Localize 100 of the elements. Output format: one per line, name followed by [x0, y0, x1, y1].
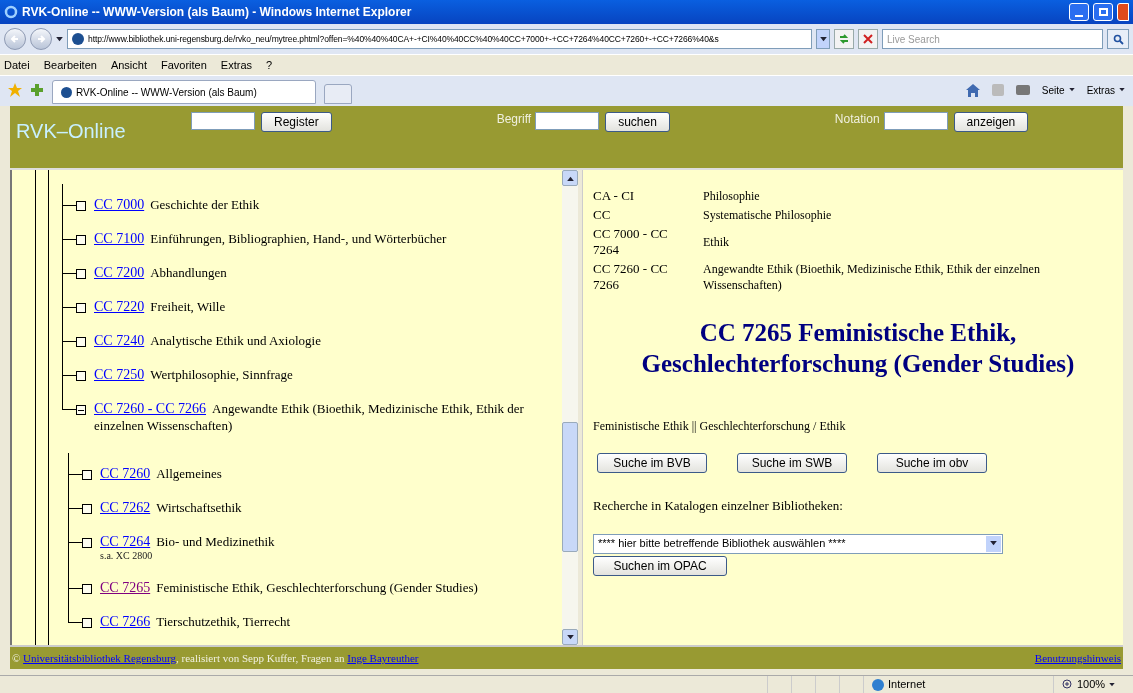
tree-node-icon[interactable] — [76, 303, 86, 313]
notation-field[interactable] — [883, 112, 948, 130]
begriff-label: Begriff — [496, 111, 532, 128]
tree-entry: CC 7220 Freiheit, Wille — [94, 298, 226, 315]
site-logo: RVK–Online — [16, 119, 127, 144]
notation-link[interactable]: CC 7260 — [100, 466, 151, 481]
tree-node-icon[interactable] — [76, 337, 86, 347]
dropdown-button[interactable] — [816, 29, 830, 49]
site-icon — [61, 86, 72, 98]
back-arrow-icon — [10, 34, 20, 44]
notation-link[interactable]: CC 7000 — [94, 197, 145, 212]
menu-item[interactable]: Bearbeiten — [43, 56, 97, 74]
caret-icon — [1109, 682, 1116, 687]
caret-icon — [1119, 88, 1125, 92]
notation-link[interactable]: CC 7266 — [100, 614, 151, 629]
catalog-search-button[interactable]: Suche im SWB — [737, 453, 847, 473]
cross-reference: s.a. XC 2800 — [100, 550, 154, 562]
catalog-label: Recherche in Katalogen einzelner Bibliotheken: — [593, 497, 844, 515]
maximize-button[interactable] — [1093, 3, 1113, 21]
footer-text: © Universitätsbibliothek Regensburg, realisiert von Sepp Kuffer, Fragen an Inge Bayreuther — [12, 650, 419, 666]
stop-button[interactable] — [858, 29, 878, 49]
notation-link[interactable]: CC 7220 — [94, 299, 145, 314]
register-button[interactable]: Register — [261, 112, 332, 132]
tree-entry: CC 7100 Einführungen, Bibliographien, Hand-, und Wörterbücher — [94, 230, 447, 247]
tree-entry: CC 7240 Analytische Ethik und Axiologie — [94, 332, 321, 349]
tree-node-icon[interactable] — [82, 618, 92, 628]
refresh-icon — [838, 33, 850, 45]
zoom-level[interactable]: 100% — [1077, 676, 1106, 693]
menu-item[interactable]: Extras — [220, 56, 253, 74]
minimize-button[interactable] — [1069, 3, 1089, 21]
scroll-up-button[interactable] — [562, 170, 578, 186]
notation-link[interactable]: CC 7200 — [94, 265, 145, 280]
keywords: Feministische Ethik || Geschlechterforschung / Ethik — [593, 418, 847, 435]
notation-link[interactable]: CC 7265 — [100, 580, 151, 595]
add-favorite-icon[interactable] — [30, 83, 44, 97]
page-menu[interactable]: Seite — [1041, 82, 1075, 98]
notation-link[interactable]: CC 7250 — [94, 367, 145, 382]
class-heading: CC 7265 Feministische Ethik, Geschlechterforschung (Gender Studies) — [640, 318, 1076, 379]
star-icon[interactable] — [8, 83, 22, 97]
menu-item[interactable]: Ansicht — [110, 56, 147, 74]
tree-node-icon[interactable] — [76, 201, 86, 211]
catalog-search-button[interactable]: Suche im BVB — [597, 453, 707, 473]
tools-menu[interactable]: Extras — [1086, 82, 1125, 98]
collapse-icon[interactable] — [76, 405, 86, 415]
begriff-field[interactable] — [535, 112, 600, 130]
library-select[interactable]: **** hier bitte betreffende Bibliothek auswählen **** — [593, 533, 1003, 554]
search-button[interactable] — [1107, 29, 1129, 49]
browser-icon — [4, 5, 18, 19]
menu-item[interactable]: ? — [266, 56, 273, 74]
browser-tab[interactable]: RVK-Online -- WWW-Version (als Baum) — [52, 80, 316, 104]
class-cell-text: Angewandte Ethik (Bioethik, Medizinische Ethik, Ethik der einzelnen Wissenschaften) — [703, 261, 1041, 293]
back-button[interactable] — [4, 28, 26, 50]
notation-link[interactable]: CC 7262 — [100, 500, 151, 515]
opac-search-button[interactable]: Suchen im OPAC — [593, 555, 727, 576]
caret-icon — [819, 36, 827, 42]
select-value: **** hier bitte betreffende Bibliothek auswählen **** — [598, 536, 846, 552]
tree-entry: CC 7260 - CC 7266 Angewandte Ethik (Bioethik, Medizinische Ethik, Ethik der einzelnen Wissenschaften) — [94, 400, 525, 434]
menu-item[interactable]: Datei — [4, 56, 30, 74]
close-button[interactable] — [1117, 3, 1129, 21]
notation-link[interactable]: CC 7260 - CC 7266 — [94, 401, 206, 416]
scroll-thumb[interactable] — [562, 422, 578, 552]
history-button[interactable] — [56, 36, 63, 42]
site-icon — [72, 33, 84, 45]
tree-entry: CC 7265 Feministische Ethik, Geschlechterforschung (Gender Studies) — [100, 579, 478, 596]
notation-label: Notation — [834, 111, 880, 128]
tree-entry: CC 7266 Tierschutzethik, Tierrecht — [100, 613, 291, 630]
tree-node-icon[interactable] — [76, 269, 86, 279]
address-field[interactable]: http://www.bibliothek.uni-regensburg.de/rvko_neu/mytree.phtml?offen=%40%40%40CA+-+CI%40%40CC%40%40CC+7000+-+CC+7264%40CC+7260+-+CC+7266%40&s — [67, 29, 812, 49]
home-icon[interactable] — [965, 83, 980, 97]
notation-cell-text: CA - CI — [593, 188, 636, 204]
caret-icon — [1068, 88, 1075, 92]
tree-node-icon[interactable] — [76, 371, 86, 381]
scrollbar[interactable] — [562, 170, 578, 645]
catalog-search-button[interactable]: Suche im obv — [877, 453, 987, 473]
notation-link[interactable]: CC 7264 — [100, 534, 151, 549]
search-icon — [1112, 33, 1124, 45]
anzeigen-button[interactable]: anzeigen — [953, 112, 1029, 132]
register-field[interactable] — [191, 112, 255, 130]
tree-entry: CC 7262 Wirtschaftsethik — [100, 499, 242, 516]
suchen-button[interactable]: suchen — [605, 112, 670, 132]
dropdown-button[interactable] — [986, 535, 1001, 552]
notation-cell-text: CC 7000 - CC 7264 — [593, 226, 669, 258]
tree-node-icon[interactable] — [82, 538, 92, 548]
tree-node-icon[interactable] — [82, 504, 92, 514]
tree-entry: CC 7264 Bio- und Medizinethik — [100, 533, 275, 550]
scroll-down-button[interactable] — [562, 629, 578, 645]
search-field[interactable]: Live Search — [882, 29, 1103, 49]
tree-entry: CC 7200 Abhandlungen — [94, 264, 227, 281]
notation-link[interactable]: CC 7240 — [94, 333, 145, 348]
tree-node-icon[interactable] — [82, 470, 92, 480]
tree-entry: CC 7260 Allgemeines — [100, 465, 222, 482]
menu-item[interactable]: Favoriten — [161, 56, 207, 74]
tree-node-icon[interactable] — [76, 235, 86, 245]
down-arrow-icon — [566, 634, 574, 640]
caret-icon — [56, 36, 63, 42]
class-cell-text: Systematische Philosophie — [703, 207, 833, 223]
notation-link[interactable]: CC 7100 — [94, 231, 145, 246]
globe-icon — [872, 678, 884, 691]
tree-node-icon[interactable] — [82, 584, 92, 594]
class-cell-text: Philosophie — [703, 188, 761, 204]
